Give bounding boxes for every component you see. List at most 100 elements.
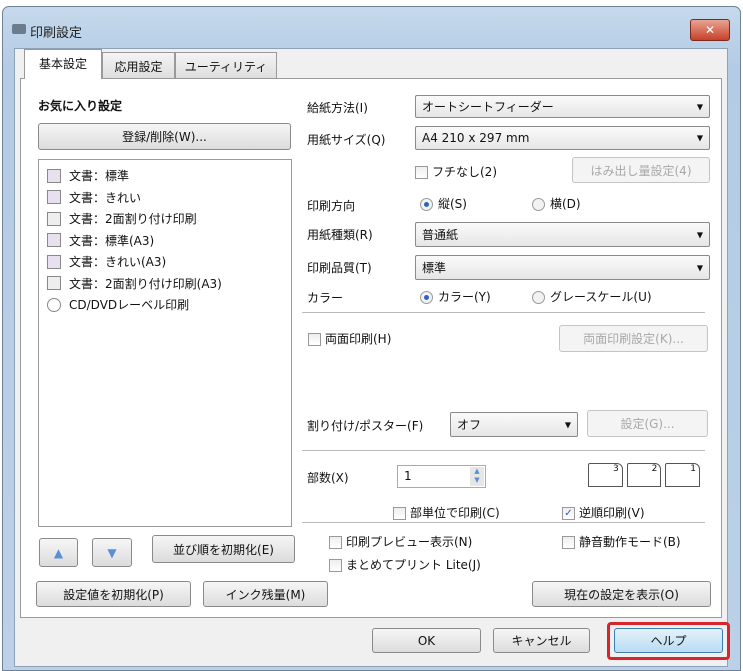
paper-type-value: 普通紙 xyxy=(422,228,459,242)
favorites-heading: お気に入り設定 xyxy=(38,99,123,113)
reverse-order-checkbox[interactable]: ✓ 逆順印刷(V) xyxy=(562,504,645,521)
orientation-landscape-radio[interactable]: 横(D) xyxy=(532,195,581,212)
collate-checkbox[interactable]: 部単位で印刷(C) xyxy=(393,504,500,521)
divider xyxy=(302,450,705,451)
quality-select[interactable]: 標準 ▼ xyxy=(415,255,710,280)
document-icon xyxy=(47,168,61,183)
window-title: 印刷設定 xyxy=(30,26,83,41)
help-highlight-frame xyxy=(607,622,730,660)
tab-advanced[interactable]: 応用設定 xyxy=(102,52,175,78)
reverse-order-label: 逆順印刷(V) xyxy=(579,506,645,520)
copies-value: 1 xyxy=(404,469,412,483)
copies-label: 部数(X) xyxy=(307,471,349,485)
list-item-label: 文書：標準(A3) xyxy=(69,233,155,248)
orientation-portrait-radio[interactable]: 縦(S) xyxy=(420,195,467,212)
document-fine-icon xyxy=(47,254,61,269)
list-item[interactable]: 文書：標準 xyxy=(47,165,283,187)
layout-2up-icon xyxy=(47,211,61,226)
paper-type-select[interactable]: 普通紙 ▼ xyxy=(415,222,710,247)
printer-icon xyxy=(12,24,26,34)
list-item[interactable]: 文書：きれい xyxy=(47,187,283,209)
list-item[interactable]: CD/DVDレーベル印刷 xyxy=(47,294,283,316)
list-item-label: 文書：2面割り付け印刷 xyxy=(69,212,197,227)
cancel-button[interactable]: キャンセル xyxy=(493,628,590,653)
checkbox-icon xyxy=(415,166,428,179)
checkbox-icon xyxy=(329,536,342,549)
radio-icon xyxy=(420,291,433,304)
color-label: カラー xyxy=(307,291,344,305)
paper-type-label: 用紙種類(R) xyxy=(307,228,373,242)
paper-source-label: 給紙方法(I) xyxy=(307,101,368,115)
document-fine-icon xyxy=(47,190,61,205)
radio-icon xyxy=(532,198,545,211)
cd-icon xyxy=(47,297,61,312)
expansion-settings-button[interactable]: はみ出し量設定(4) xyxy=(572,157,710,183)
paper-source-value: オートシートフィーダー xyxy=(422,100,554,114)
paper-source-select[interactable]: オートシートフィーダー ▼ xyxy=(415,95,710,118)
print-lite-label: まとめてプリント Lite(J) xyxy=(346,558,481,572)
chevron-down-icon: ▼ xyxy=(696,263,703,272)
tab-utility[interactable]: ユーティリティー xyxy=(175,52,277,91)
paper-size-label: 用紙サイズ(Q) xyxy=(307,133,386,147)
register-delete-button[interactable]: 登録/削除(W)... xyxy=(38,123,291,150)
checkmark-icon: ✓ xyxy=(562,507,575,520)
move-up-button[interactable]: ▲ xyxy=(39,538,78,567)
favorites-list[interactable]: 文書：標準 文書：きれい 文書：2面割り付け印刷 文書：標準(A3) 文書：きれ… xyxy=(38,159,292,527)
chevron-down-icon: ▼ xyxy=(696,230,703,239)
checkbox-icon xyxy=(393,507,406,520)
list-item-label: 文書：2面割り付け印刷(A3) xyxy=(69,276,222,291)
show-current-settings-button[interactable]: 現在の設定を表示(O) xyxy=(532,581,711,607)
list-item[interactable]: 文書：きれい(A3) xyxy=(47,251,283,273)
close-button[interactable]: ✕ xyxy=(690,19,730,41)
layout-2up-icon xyxy=(47,276,61,291)
portrait-label: 縦(S) xyxy=(438,197,467,211)
checkbox-icon xyxy=(308,333,321,346)
move-down-button[interactable]: ▼ xyxy=(92,538,132,567)
document-icon xyxy=(47,233,61,248)
grayscale-radio[interactable]: グレースケール(U) xyxy=(532,288,652,305)
reset-settings-button[interactable]: 設定値を初期化(P) xyxy=(36,581,191,607)
reset-order-button[interactable]: 並び順を初期化(E) xyxy=(152,535,295,563)
print-lite-checkbox[interactable]: まとめてプリント Lite(J) xyxy=(329,556,481,573)
borderless-checkbox[interactable]: フチなし(2) xyxy=(415,163,497,180)
layout-select[interactable]: オフ ▼ xyxy=(450,412,578,437)
radio-icon xyxy=(532,291,545,304)
quality-value: 標準 xyxy=(422,261,447,275)
quiet-mode-checkbox[interactable]: 静音動作モード(B) xyxy=(562,533,681,550)
spinner-arrows-icon[interactable]: ▲ ▼ xyxy=(470,467,484,486)
list-item-label: 文書：標準 xyxy=(69,169,130,184)
list-item-label: CD/DVDレーベル印刷 xyxy=(69,298,190,313)
list-item-label: 文書：きれい(A3) xyxy=(69,255,167,270)
radio-icon xyxy=(420,198,433,211)
list-item[interactable]: 文書：標準(A3) xyxy=(47,230,283,252)
borderless-label: フチなし(2) xyxy=(432,165,497,179)
quiet-mode-label: 静音動作モード(B) xyxy=(579,535,681,549)
checkbox-icon xyxy=(562,536,575,549)
preview-checkbox[interactable]: 印刷プレビュー表示(N) xyxy=(329,533,472,550)
list-item[interactable]: 文書：2面割り付け印刷(A3) xyxy=(47,273,283,295)
divider xyxy=(302,312,705,313)
paper-size-value: A4 210 x 297 mm xyxy=(422,131,530,145)
ok-button[interactable]: OK xyxy=(372,628,481,653)
landscape-label: 横(D) xyxy=(550,197,581,211)
paper-size-select[interactable]: A4 210 x 297 mm ▼ xyxy=(415,126,710,150)
list-item-label: 文書：きれい xyxy=(69,190,142,205)
copies-spinner[interactable]: 1 ▲ ▼ xyxy=(397,465,486,488)
preview-label: 印刷プレビュー表示(N) xyxy=(346,535,473,549)
duplex-settings-button[interactable]: 両面印刷設定(K)... xyxy=(559,325,708,352)
list-item[interactable]: 文書：2面割り付け印刷 xyxy=(47,208,283,230)
layout-label: 割り付け/ポスター(F) xyxy=(307,419,424,433)
collate-label: 部単位で印刷(C) xyxy=(410,506,500,520)
collate-order-icon: 3 2 1 xyxy=(588,463,701,487)
chevron-down-icon: ▼ xyxy=(696,133,703,143)
duplex-label: 両面印刷(H) xyxy=(325,332,392,346)
color-radio[interactable]: カラー(Y) xyxy=(420,288,491,305)
duplex-checkbox[interactable]: 両面印刷(H) xyxy=(308,330,391,347)
tab-basic[interactable]: 基本設定 xyxy=(24,49,102,79)
layout-value: オフ xyxy=(457,418,482,432)
layout-settings-button[interactable]: 設定(G)... xyxy=(587,410,708,437)
checkbox-icon xyxy=(329,559,342,572)
ink-levels-button[interactable]: インク残量(M) xyxy=(203,581,328,607)
color-option-label: カラー(Y) xyxy=(438,290,491,304)
chevron-down-icon: ▼ xyxy=(696,102,703,111)
